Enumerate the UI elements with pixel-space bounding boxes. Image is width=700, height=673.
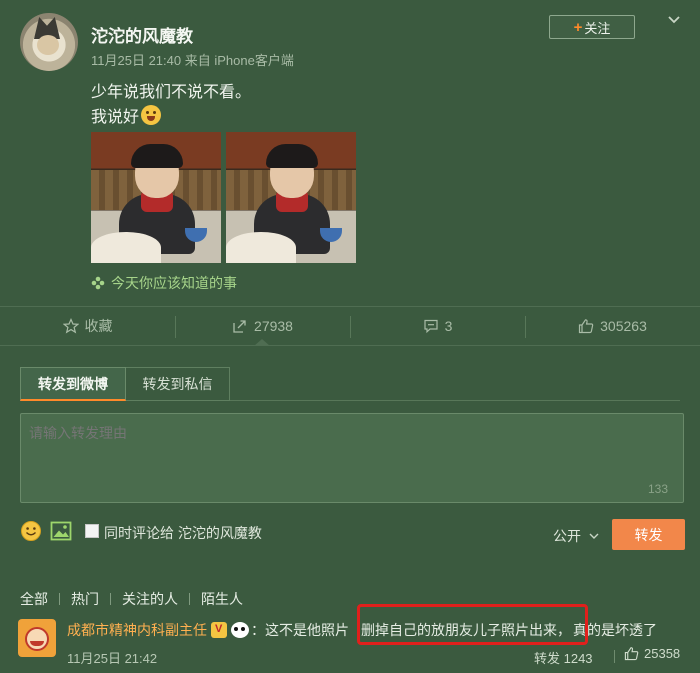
comment-repost-button[interactable]: 转发 1243 (534, 648, 593, 667)
highlight-box (357, 604, 588, 645)
panel-caret (254, 339, 270, 346)
repost-icon (233, 320, 246, 333)
chevron-down-icon (589, 533, 599, 539)
thumbs-up-icon (624, 647, 639, 661)
comment-button[interactable]: 3 (350, 307, 525, 345)
star-icon (62, 318, 79, 334)
panda-icon (231, 622, 249, 638)
visibility-value: 公开 (553, 528, 581, 544)
comment-filters: 全部 热门 关注的人 陌生人 (20, 589, 243, 609)
action-bar: 收藏 27938 3 305263 (0, 306, 700, 346)
post-text-line2-label: 我说好 (91, 109, 140, 126)
comment-icon (423, 319, 438, 334)
author-name[interactable]: 沱沱的风魔教 (91, 22, 193, 47)
comment-like-button[interactable]: 25358 (624, 646, 680, 661)
flower-icon (91, 276, 105, 290)
post-text-line1: 少年说我们不说不看。 (91, 84, 252, 101)
author-avatar[interactable] (20, 13, 78, 71)
like-button[interactable]: 305263 (525, 307, 700, 345)
filter-hot[interactable]: 热门 (71, 589, 99, 609)
like-count: 305263 (600, 318, 647, 334)
char-counter: 133 (648, 482, 669, 496)
post-text-line2: 我说好 (91, 103, 162, 127)
filter-strangers[interactable]: 陌生人 (201, 589, 243, 609)
also-comment-label: 同时评论给 沱沱的风魔教 (104, 525, 262, 541)
post-meta: 11月25日 21:40 来自 iPhone客户端 (91, 50, 294, 69)
repost-count: 27938 (254, 318, 293, 334)
post-photo-1[interactable] (91, 132, 221, 263)
image-upload-icon[interactable] (50, 521, 72, 541)
post-time[interactable]: 11月25日 21:40 (91, 53, 181, 68)
visibility-select[interactable]: 公开 (553, 526, 599, 546)
plus-icon: + (573, 18, 583, 36)
comment-text-before: ：这不是他照片 (251, 622, 349, 638)
verified-badge-icon (211, 622, 227, 638)
post-photo-2[interactable] (226, 132, 356, 263)
comment-like-count: 25358 (644, 646, 681, 661)
comment-count: 3 (444, 318, 453, 334)
chevron-down-icon[interactable] (668, 14, 680, 26)
post-source[interactable]: 来自 iPhone客户端 (185, 53, 294, 68)
follow-label: 关注 (584, 20, 611, 36)
emoji-picker-icon[interactable] (20, 520, 42, 542)
commenter-name[interactable]: 成都市精神内科副主任 (67, 620, 207, 640)
tab-repost-private[interactable]: 转发到私信 (126, 367, 230, 401)
submit-repost-button[interactable]: 转发 (612, 519, 685, 550)
commenter-avatar[interactable] (18, 619, 56, 657)
filter-following[interactable]: 关注的人 (122, 589, 178, 609)
follow-button[interactable]: + 关注 (549, 15, 635, 39)
repost-reason-input[interactable] (20, 413, 684, 503)
topic-link-label: 今天你应该知道的事 (111, 275, 237, 291)
filter-all[interactable]: 全部 (20, 589, 48, 609)
thumbs-up-icon (579, 319, 594, 334)
tab-repost-weibo[interactable]: 转发到微博 (20, 367, 126, 401)
comment-time: 11月25日 21:42 (67, 651, 158, 666)
favorite-button[interactable]: 收藏 (0, 307, 175, 345)
scared-emoji-icon (141, 105, 162, 125)
favorite-label: 收藏 (84, 318, 113, 334)
topic-link[interactable]: 今天你应该知道的事 (91, 273, 237, 293)
also-comment-checkbox[interactable] (85, 524, 99, 538)
